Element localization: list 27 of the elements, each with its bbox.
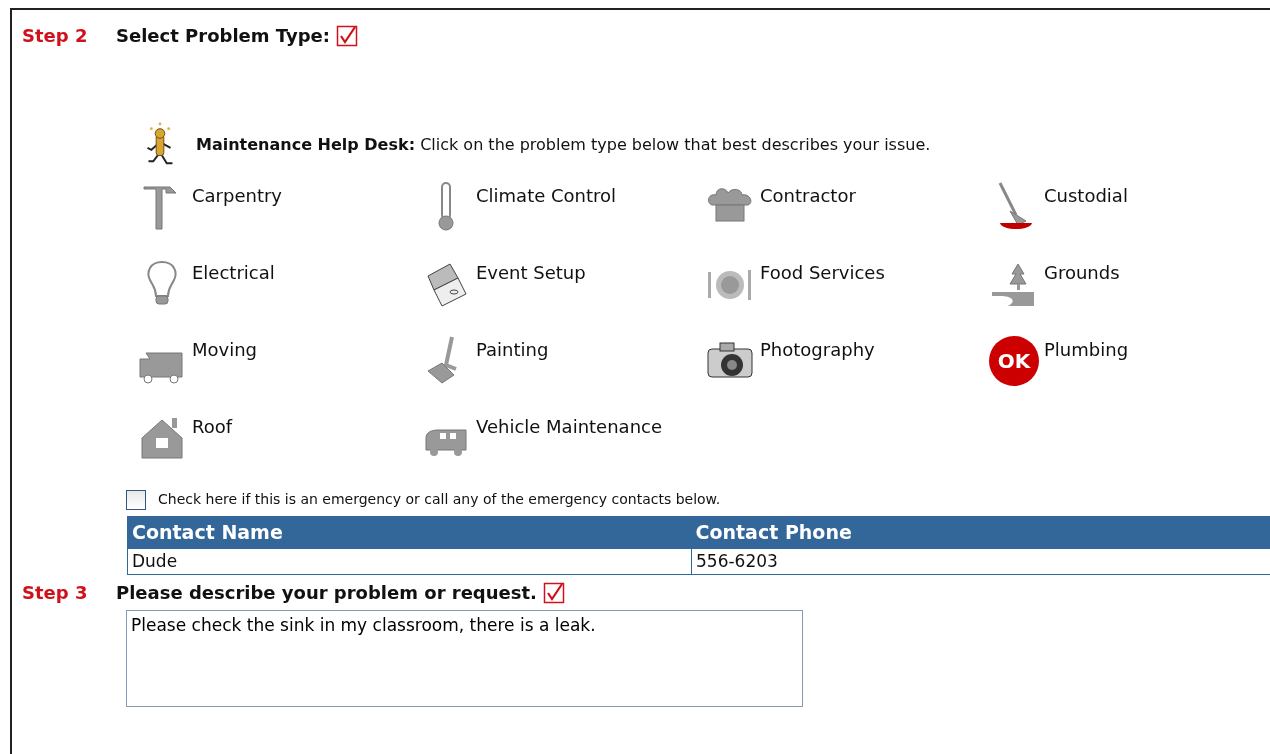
problem-type-button[interactable]: Painting xyxy=(420,335,704,412)
ok-icon: OK xyxy=(988,335,1040,387)
table-cell: 556-6203 xyxy=(691,548,1270,575)
help-desk-text: Maintenance Help Desk: Click on the problem type below that best describes your issue. xyxy=(196,134,931,156)
step-label: Step 2 xyxy=(22,24,89,48)
description-field[interactable]: Please check the sink in my classroom, there is a leak. xyxy=(126,610,803,707)
emergency-checkbox[interactable] xyxy=(126,489,146,510)
column-header: Contact Name xyxy=(127,516,692,548)
problem-type-button[interactable]: Vehicle Maintenance xyxy=(420,412,704,489)
problem-type-button[interactable]: Moving xyxy=(136,335,420,412)
emergency-label: Check here if this is an emergency or call any of the emergency contacts below. xyxy=(158,490,721,509)
problem-type-button[interactable]: Grounds xyxy=(988,258,1270,335)
problem-type-button[interactable]: Custodial xyxy=(988,181,1270,258)
problem-type-button[interactable]: Climate Control xyxy=(420,181,704,258)
step-title: Select Problem Type: xyxy=(116,24,330,48)
problem-type-button[interactable]: Event Setup xyxy=(420,258,704,335)
problem-type-button[interactable]: Photography xyxy=(704,335,988,412)
problem-type-button[interactable]: Food Services xyxy=(704,258,988,335)
problem-type-button[interactable]: Roof xyxy=(136,412,420,489)
table-cell: Dude xyxy=(127,548,692,575)
step-title: Please describe your problem or request. xyxy=(116,581,537,605)
problem-type-button[interactable]: Contractor xyxy=(704,181,988,258)
step-label: Step 3 xyxy=(22,581,89,605)
problem-type-button[interactable]: Carpentry xyxy=(136,181,420,258)
problem-type-button[interactable]: OK Plumbing xyxy=(988,335,1270,412)
problem-type-button[interactable]: Electrical xyxy=(136,258,420,335)
column-header: Contact Phone xyxy=(691,516,1270,548)
